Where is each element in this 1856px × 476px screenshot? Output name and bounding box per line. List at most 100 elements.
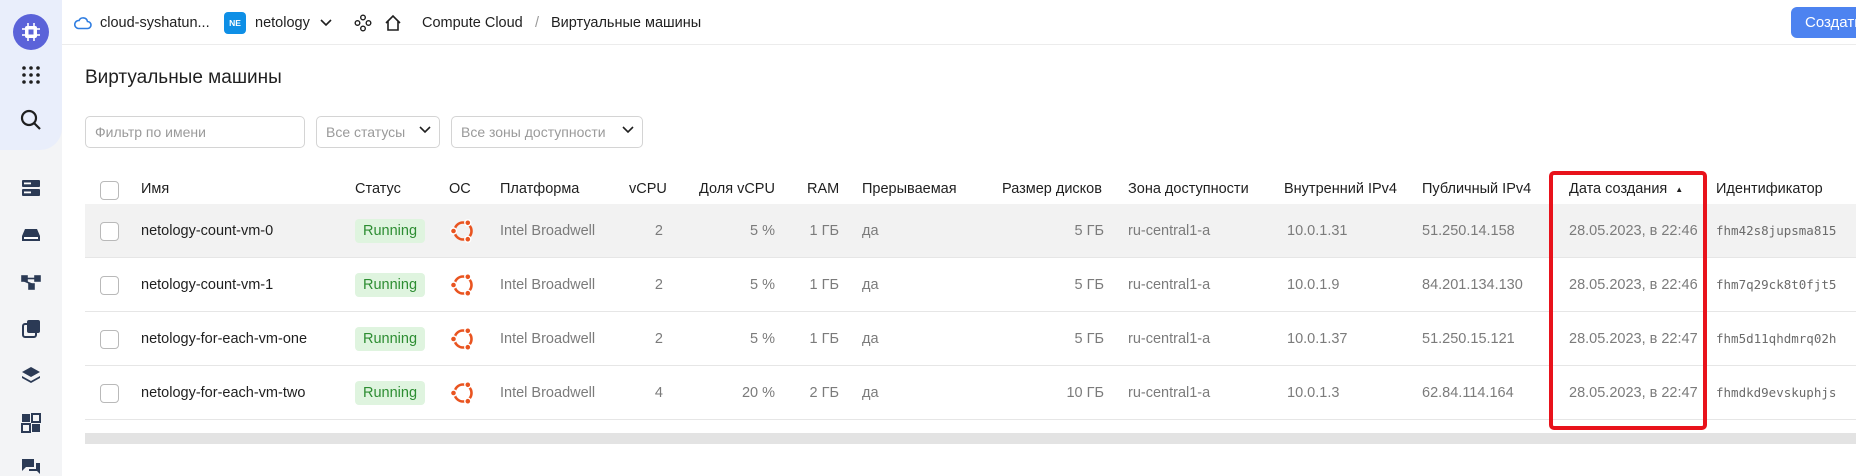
id-cell[interactable]: fhm42s8jupsma815 (1716, 223, 1836, 238)
row-checkbox[interactable] (100, 384, 119, 403)
ram-cell: 1 ГБ (809, 331, 839, 347)
column-header-ram[interactable]: RAM (807, 181, 839, 197)
ipv4-public-cell: 62.84.114.164 (1422, 385, 1514, 401)
services-icon[interactable] (354, 0, 372, 45)
column-header-disk[interactable]: Размер дисков (1002, 181, 1102, 197)
preemptible-cell: да (862, 331, 879, 347)
layers-icon[interactable] (13, 358, 49, 394)
column-header-os[interactable]: ОС (449, 181, 471, 197)
vm-name[interactable]: netology-count-vm-0 (141, 223, 273, 239)
id-cell[interactable]: fhm5d11qhdmrq02h (1716, 331, 1836, 346)
select-all-checkbox[interactable] (100, 181, 119, 200)
annotation-highlight-box (1549, 171, 1707, 430)
horizontal-scrollbar[interactable] (85, 433, 1856, 444)
disk-cell: 5 ГБ (1074, 277, 1104, 293)
ram-cell: 1 ГБ (809, 223, 839, 239)
column-header-name[interactable]: Имя (141, 181, 169, 197)
copy-icon[interactable] (13, 311, 49, 347)
name-filter-input[interactable]: Фильтр по имени (85, 116, 305, 148)
create-button[interactable]: Создать (1791, 7, 1856, 38)
search-icon[interactable] (13, 102, 49, 138)
folder-selector[interactable]: NE netology (224, 0, 332, 45)
column-header-status[interactable]: Статус (355, 181, 401, 197)
platform-cell: Intel Broadwell (500, 385, 596, 401)
chevron-down-icon (419, 126, 431, 134)
platform-cell: Intel Broadwell (500, 277, 596, 293)
status-badge: Running (355, 273, 426, 297)
id-cell[interactable]: fhm7q29ck8t0fjt5 (1716, 277, 1836, 292)
vm-name[interactable]: netology-count-vm-1 (141, 277, 273, 293)
folder-badge: NE (224, 11, 246, 34)
status-filter-select[interactable]: Все статусы (316, 116, 440, 148)
vm-name[interactable]: netology-for-each-vm-one (141, 331, 307, 347)
vcpu-share-cell: 5 % (750, 331, 775, 347)
breadcrumb-current: Виртуальные машины (551, 14, 702, 31)
column-header-id[interactable]: Идентификатор (1716, 181, 1823, 197)
chat-icon[interactable] (13, 448, 49, 476)
platform-cell: Intel Broadwell (500, 331, 596, 347)
status-badge: Running (355, 327, 426, 351)
vm-name[interactable]: netology-for-each-vm-two (141, 385, 305, 401)
id-cell[interactable]: fhmdkd9evskuphjs (1716, 385, 1836, 400)
disk-cell: 5 ГБ (1074, 331, 1104, 347)
home-icon[interactable] (384, 0, 402, 45)
zone-filter-select[interactable]: Все зоны доступности (451, 116, 643, 148)
apps-grid-icon[interactable] (13, 57, 49, 93)
ipv4-internal-cell: 10.0.1.37 (1287, 331, 1348, 347)
ram-cell: 2 ГБ (809, 385, 839, 401)
folder-name: netology (255, 14, 310, 31)
ipv4-public-cell: 51.250.14.158 (1422, 223, 1515, 239)
zone-cell: ru-central1-a (1128, 331, 1211, 347)
cloud-name: cloud-syshatun... (100, 14, 210, 31)
dashboard-icon[interactable] (13, 405, 49, 441)
ubuntu-icon (449, 273, 473, 297)
chevron-down-icon (622, 126, 634, 134)
row-checkbox[interactable] (100, 222, 119, 241)
status-badge: Running (355, 381, 426, 405)
platform-cell: Intel Broadwell (500, 223, 596, 239)
cloud-selector[interactable]: cloud-syshatun... (74, 0, 210, 45)
ipv4-internal-cell: 10.0.1.9 (1287, 277, 1340, 293)
column-header-vcpu-share[interactable]: Доля vCPU (699, 181, 775, 197)
status-badge: Running (355, 219, 426, 243)
preemptible-cell: да (862, 223, 879, 239)
ram-cell: 1 ГБ (809, 277, 839, 293)
cloud-icon (74, 16, 92, 29)
disk-cell: 10 ГБ (1066, 385, 1104, 401)
row-checkbox[interactable] (100, 330, 119, 349)
breadcrumb-service[interactable]: Compute Cloud (422, 0, 523, 45)
breadcrumb-separator: / (535, 14, 540, 31)
zone-filter-label: Все зоны доступности (461, 124, 606, 140)
column-header-zone[interactable]: Зона доступности (1128, 181, 1249, 197)
storage-icon[interactable] (13, 217, 49, 253)
compute-cloud-logo[interactable] (13, 14, 49, 50)
ubuntu-icon (449, 219, 473, 243)
vcpu-cell: 2 (654, 277, 663, 293)
ipv4-public-cell: 51.250.15.121 (1422, 331, 1515, 347)
column-header-preemptible[interactable]: Прерываемая (862, 181, 957, 197)
vcpu-share-cell: 5 % (750, 277, 775, 293)
column-header-platform[interactable]: Платформа (500, 181, 579, 197)
column-header-vcpu[interactable]: vCPU (629, 181, 667, 197)
column-header-ipv4-public[interactable]: Публичный IPv4 (1422, 181, 1531, 197)
left-rail (0, 0, 62, 476)
preemptible-cell: да (862, 277, 879, 293)
network-icon[interactable] (13, 264, 49, 300)
ipv4-internal-cell: 10.0.1.31 (1287, 223, 1348, 239)
server-icon[interactable] (13, 170, 49, 206)
ubuntu-icon (449, 381, 473, 405)
vcpu-cell: 4 (654, 385, 663, 401)
page-title: Виртуальные машины (85, 67, 282, 88)
vcpu-share-cell: 5 % (750, 223, 775, 239)
vcpu-cell: 2 (654, 331, 663, 347)
row-checkbox[interactable] (100, 276, 119, 295)
zone-cell: ru-central1-a (1128, 277, 1211, 293)
status-filter-label: Все статусы (326, 124, 406, 140)
vcpu-cell: 2 (654, 223, 663, 239)
ipv4-internal-cell: 10.0.1.3 (1287, 385, 1340, 401)
disk-cell: 5 ГБ (1074, 223, 1104, 239)
zone-cell: ru-central1-a (1128, 385, 1211, 401)
ubuntu-icon (449, 327, 473, 351)
ipv4-public-cell: 84.201.134.130 (1422, 277, 1523, 293)
column-header-ipv4-internal[interactable]: Внутренний IPv4 (1284, 181, 1397, 197)
